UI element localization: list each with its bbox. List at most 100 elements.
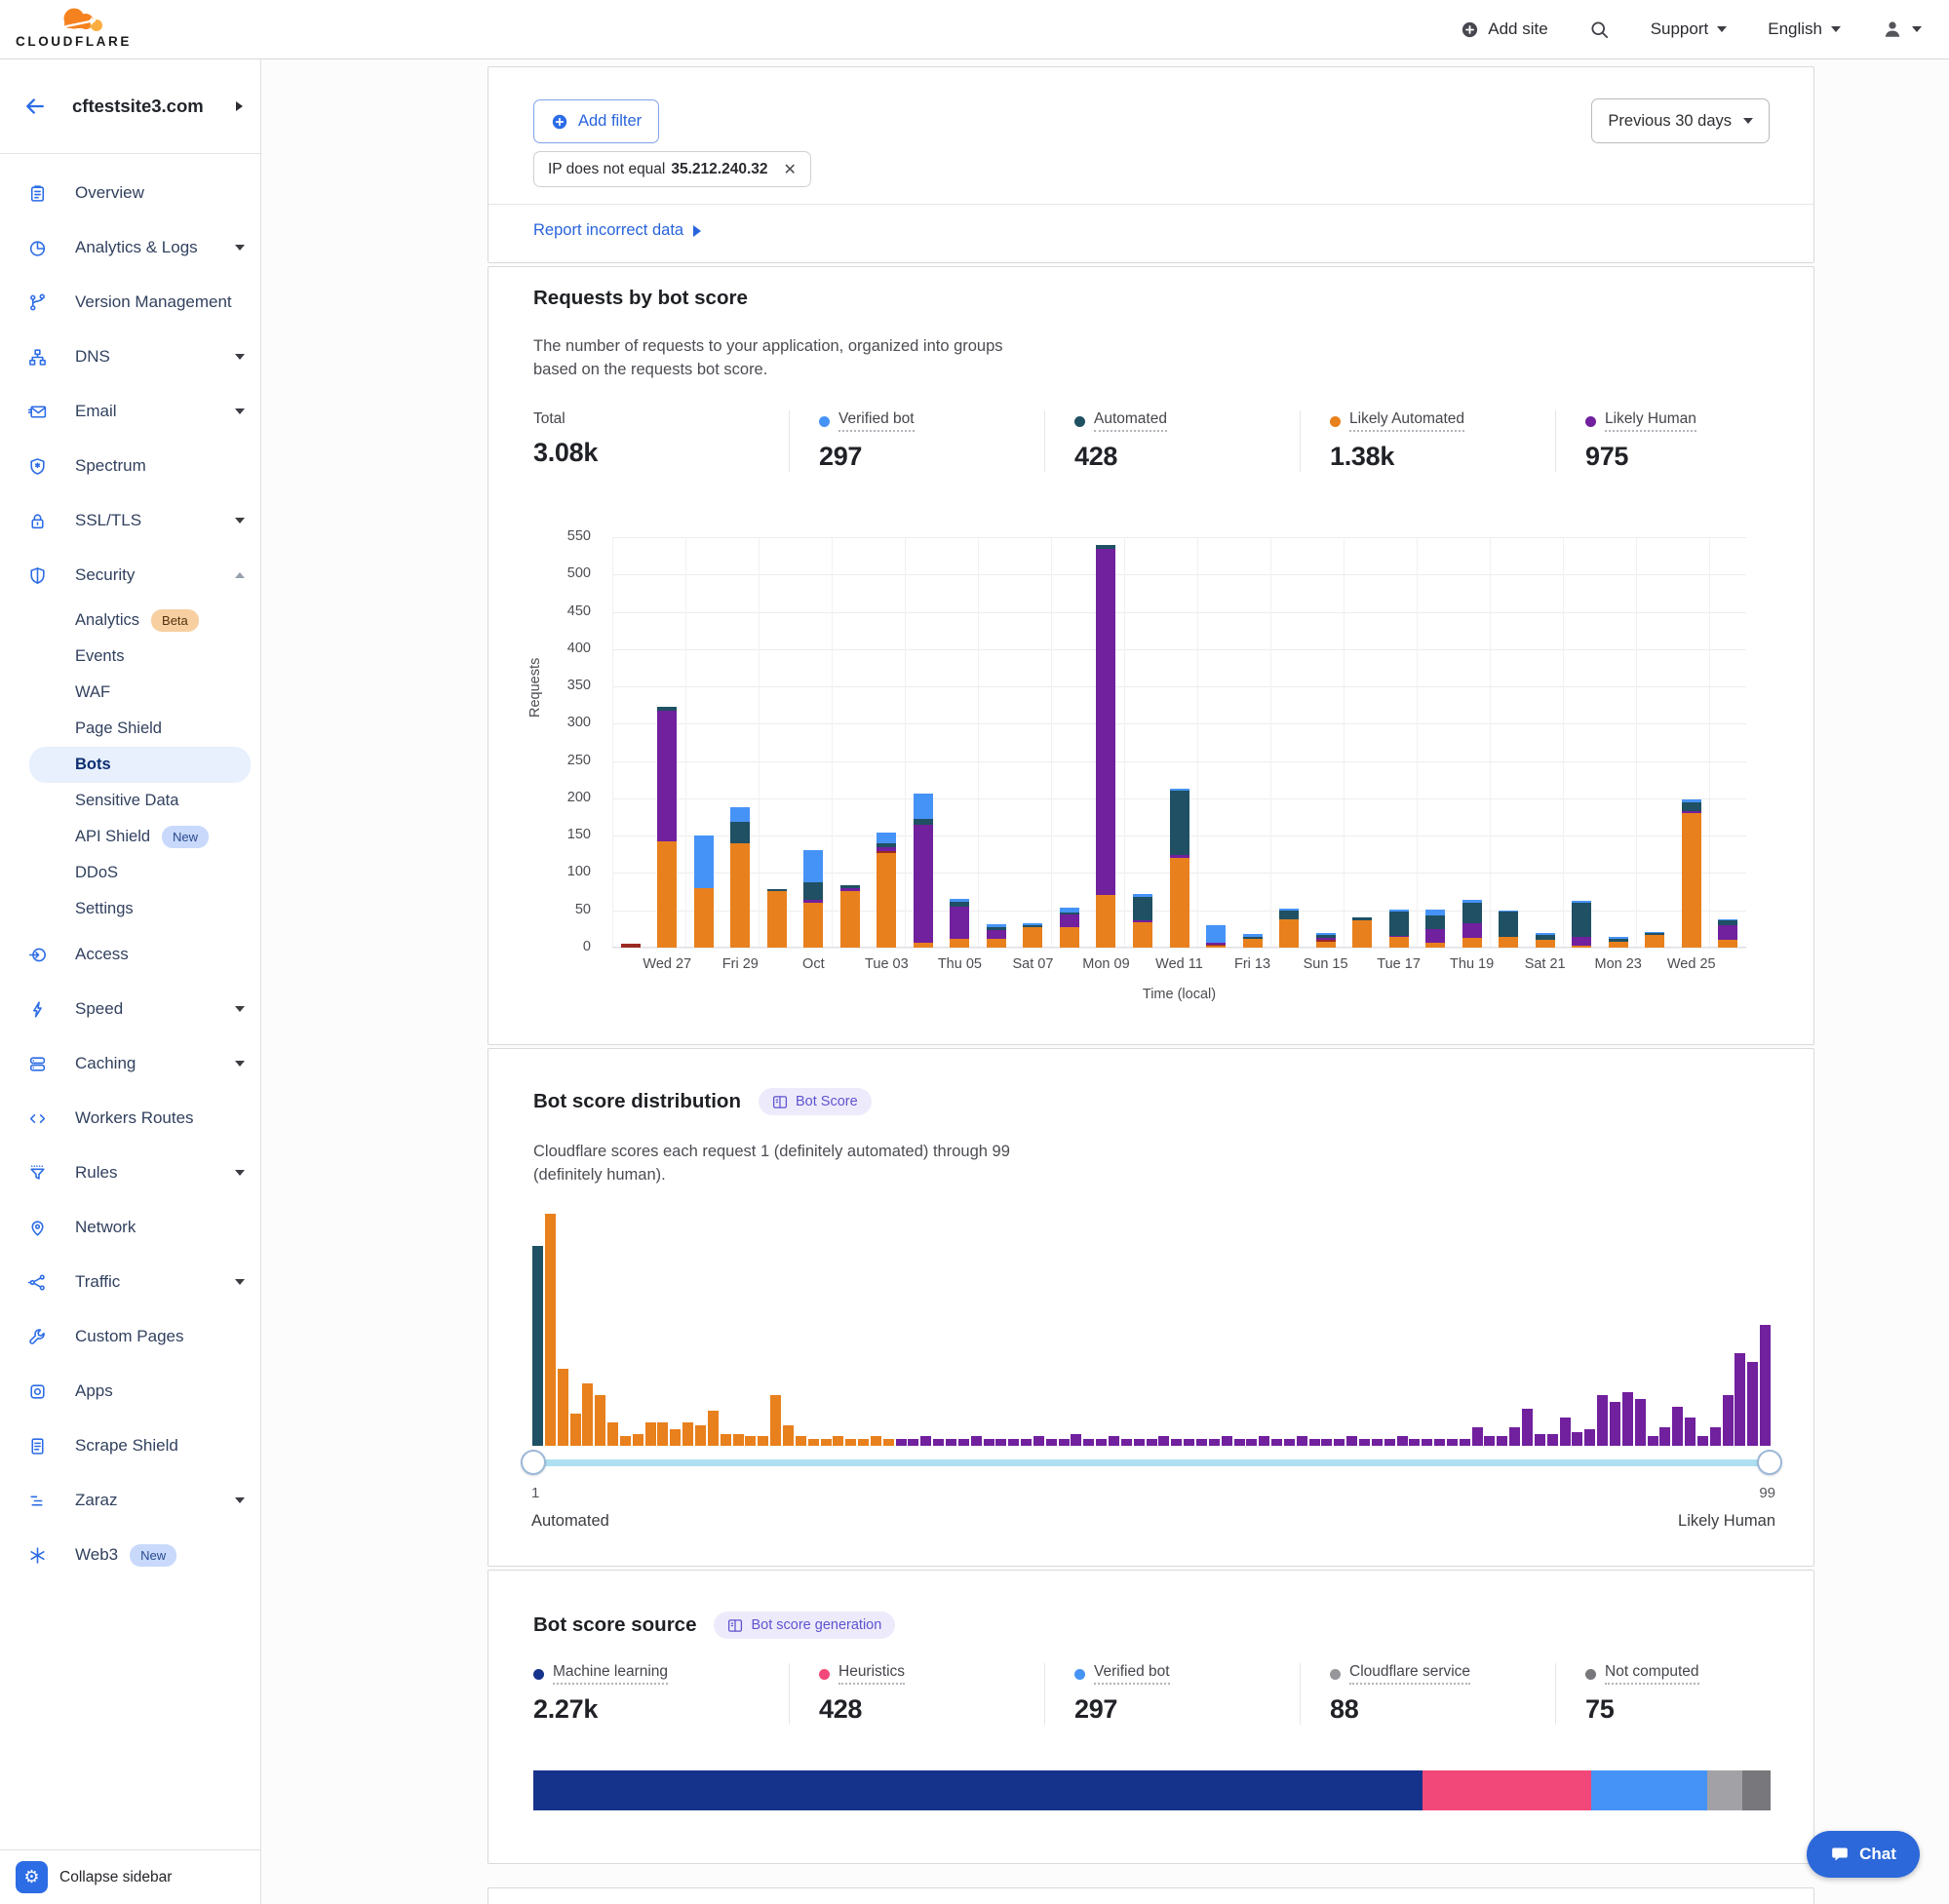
chat-button[interactable]: Chat bbox=[1807, 1831, 1920, 1878]
bar-3[interactable] bbox=[730, 807, 750, 948]
chevron-down-icon[interactable] bbox=[235, 1170, 245, 1176]
score-range-slider[interactable] bbox=[533, 1459, 1770, 1466]
sidebar-item-web3[interactable]: Web3New bbox=[0, 1528, 260, 1582]
sidebar-item-bots[interactable]: Bots bbox=[29, 747, 251, 783]
bar-15[interactable] bbox=[1170, 789, 1189, 948]
report-incorrect-data-link[interactable]: Report incorrect data bbox=[533, 221, 701, 240]
sidebar-item-spectrum[interactable]: Spectrum bbox=[0, 439, 260, 493]
sidebar-item-api-shield[interactable]: API ShieldNew bbox=[0, 819, 260, 855]
hist-bar-score-75 bbox=[1460, 1439, 1470, 1446]
bar-6[interactable] bbox=[840, 885, 860, 948]
slider-handle-max[interactable] bbox=[1757, 1450, 1782, 1475]
chevron-down-icon[interactable] bbox=[235, 245, 245, 251]
bar-4[interactable] bbox=[767, 889, 787, 948]
chevron-up-icon[interactable] bbox=[235, 572, 245, 578]
bar-12[interactable] bbox=[1060, 908, 1079, 948]
bar-17[interactable] bbox=[1243, 934, 1263, 948]
chevron-down-icon[interactable] bbox=[235, 1279, 245, 1285]
sidebar-item-overview[interactable]: Overview bbox=[0, 166, 260, 220]
time-range-select[interactable]: Previous 30 days bbox=[1591, 98, 1770, 143]
search-icon[interactable] bbox=[1589, 19, 1610, 40]
bar-5[interactable] bbox=[803, 850, 823, 948]
sidebar-item-traffic[interactable]: Traffic bbox=[0, 1255, 260, 1309]
bar-7[interactable] bbox=[877, 833, 896, 948]
sidebar-item-waf[interactable]: WAF bbox=[0, 675, 260, 711]
sidebar-item-security-analytics[interactable]: AnalyticsBeta bbox=[0, 602, 260, 639]
sidebar-item-workers-routes[interactable]: Workers Routes bbox=[0, 1091, 260, 1146]
sidebar-item-dns[interactable]: DNS bbox=[0, 330, 260, 384]
sidebar-item-network[interactable]: Network bbox=[0, 1200, 260, 1255]
sidebar-item-version-management[interactable]: Version Management bbox=[0, 275, 260, 330]
cloudflare-logo[interactable]: CLOUDFLARE bbox=[16, 4, 125, 49]
sidebar-item-ssl-tls[interactable]: SSL/TLS bbox=[0, 493, 260, 548]
sidebar-item-settings[interactable]: Settings bbox=[0, 891, 260, 927]
language-menu[interactable]: English bbox=[1768, 19, 1841, 39]
sidebar-item-custom-pages[interactable]: Custom Pages bbox=[0, 1309, 260, 1364]
gear-icon[interactable]: ⚙ bbox=[16, 1861, 48, 1893]
chevron-down-icon[interactable] bbox=[235, 1061, 245, 1067]
sidebar-item-sensitive-data[interactable]: Sensitive Data bbox=[0, 783, 260, 819]
segment-likely-human bbox=[1718, 925, 1737, 940]
bar-18[interactable] bbox=[1279, 909, 1299, 948]
chevron-right-icon[interactable] bbox=[236, 101, 243, 111]
bar-10[interactable] bbox=[987, 924, 1006, 948]
bar-21[interactable] bbox=[1389, 910, 1409, 948]
support-menu[interactable]: Support bbox=[1651, 19, 1728, 39]
bar-26[interactable] bbox=[1572, 901, 1591, 948]
sidebar-item-speed[interactable]: Speed bbox=[0, 982, 260, 1036]
chevron-down-icon[interactable] bbox=[235, 1497, 245, 1503]
requests-stacked-bar-chart[interactable] bbox=[612, 537, 1746, 948]
bar-11[interactable] bbox=[1023, 923, 1042, 948]
bar-27[interactable] bbox=[1609, 937, 1628, 948]
chevron-down-icon[interactable] bbox=[235, 408, 245, 414]
bar-25[interactable] bbox=[1536, 933, 1555, 948]
chevron-down-icon[interactable] bbox=[235, 354, 245, 360]
bar-29[interactable] bbox=[1682, 799, 1701, 948]
bar-14[interactable] bbox=[1133, 894, 1152, 948]
bar-24[interactable] bbox=[1499, 911, 1518, 948]
bar-30[interactable] bbox=[1718, 919, 1737, 948]
sidebar-item-apps[interactable]: Apps bbox=[0, 1364, 260, 1418]
sidebar-item-rules[interactable]: Rules bbox=[0, 1146, 260, 1200]
hist-bar-score-38 bbox=[995, 1439, 1006, 1446]
bar-13[interactable] bbox=[1096, 545, 1115, 948]
sidebar-item-email[interactable]: Email bbox=[0, 384, 260, 439]
slider-handle-min[interactable] bbox=[521, 1450, 546, 1475]
filter-chip[interactable]: IP does not equal 35.212.240.32 ✕ bbox=[533, 151, 811, 187]
bot-score-histogram[interactable] bbox=[532, 1214, 1773, 1446]
segment-likely-automated bbox=[1682, 813, 1701, 948]
hist-bar-score-84 bbox=[1572, 1432, 1582, 1446]
sidebar-item-page-shield[interactable]: Page Shield bbox=[0, 711, 260, 747]
sidebar-item-access[interactable]: Access bbox=[0, 927, 260, 982]
sidebar-item-scrape-shield[interactable]: Scrape Shield bbox=[0, 1418, 260, 1473]
sidebar-item-analytics-logs[interactable]: Analytics & Logs bbox=[0, 220, 260, 275]
bar-19[interactable] bbox=[1316, 933, 1336, 948]
bar-8[interactable] bbox=[914, 794, 933, 948]
bar-9[interactable] bbox=[950, 899, 969, 948]
sidebar-item-zaraz[interactable]: Zaraz bbox=[0, 1473, 260, 1528]
close-icon[interactable]: ✕ bbox=[784, 160, 797, 179]
x-tick-label: Sun 15 bbox=[1304, 956, 1348, 972]
sidebar-item-security[interactable]: Security bbox=[0, 548, 260, 602]
bot-score-badge[interactable]: Bot Score bbox=[759, 1088, 872, 1115]
add-site-button[interactable]: Add site bbox=[1461, 19, 1547, 39]
sidebar-item-ddos[interactable]: DDoS bbox=[0, 855, 260, 891]
bar-28[interactable] bbox=[1645, 932, 1664, 948]
bot-score-generation-badge[interactable]: Bot score generation bbox=[714, 1612, 895, 1639]
bar-0[interactable] bbox=[621, 944, 641, 948]
bar-20[interactable] bbox=[1352, 917, 1372, 948]
sidebar-item-caching[interactable]: Caching bbox=[0, 1036, 260, 1091]
collapse-sidebar-button[interactable]: ⚙ Collapse sidebar bbox=[0, 1849, 260, 1904]
site-name[interactable]: cftestsite3.com bbox=[72, 96, 211, 117]
add-filter-button[interactable]: Add filter bbox=[533, 99, 659, 143]
bar-16[interactable] bbox=[1206, 925, 1226, 948]
chevron-down-icon[interactable] bbox=[235, 1006, 245, 1012]
bar-1[interactable] bbox=[657, 707, 677, 948]
sidebar-item-events[interactable]: Events bbox=[0, 639, 260, 675]
bar-2[interactable] bbox=[694, 835, 714, 948]
account-menu[interactable] bbox=[1882, 19, 1922, 40]
back-arrow-icon[interactable] bbox=[23, 95, 47, 118]
bar-22[interactable] bbox=[1425, 910, 1445, 948]
bar-23[interactable] bbox=[1462, 900, 1482, 948]
chevron-down-icon[interactable] bbox=[235, 518, 245, 524]
